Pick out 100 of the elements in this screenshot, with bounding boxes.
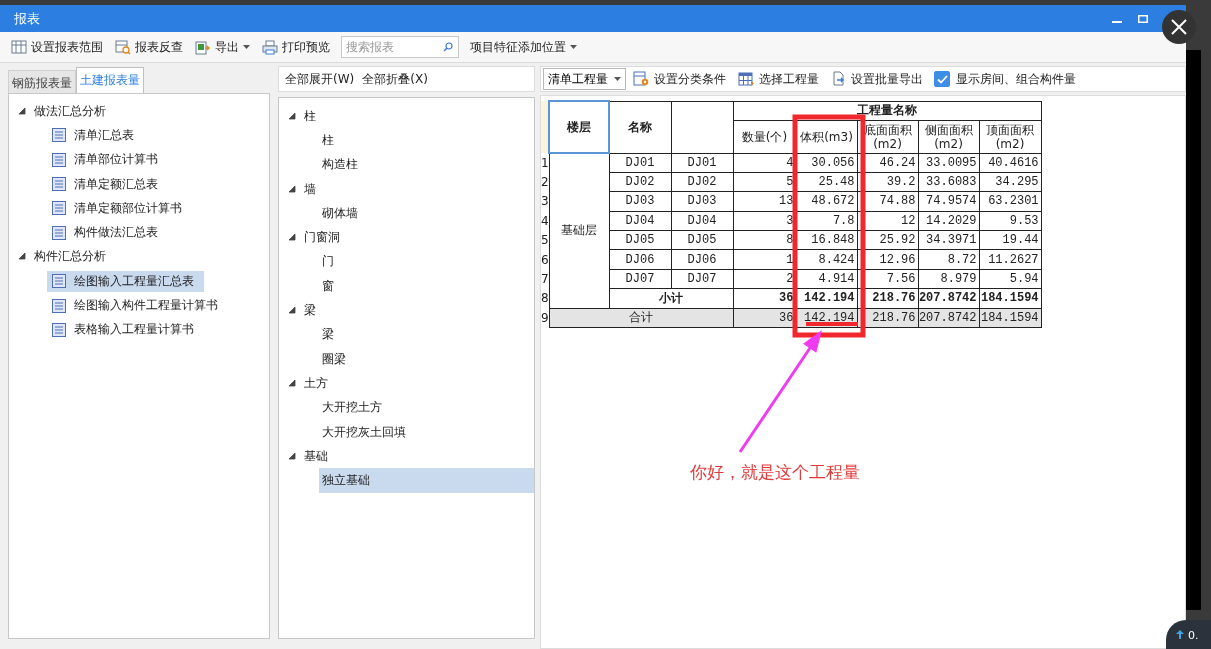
report-item[interactable]: 清单部位计算书 xyxy=(47,149,168,171)
toolbar-button[interactable]: 设置批量导出 xyxy=(826,68,928,90)
table-cell: 12 xyxy=(857,211,918,231)
tree-group[interactable]: 土方 xyxy=(304,374,328,392)
table-cell: 7.56 xyxy=(857,269,918,289)
report-item[interactable]: 绘图输入工程量汇总表 xyxy=(47,270,204,292)
maximize-icon[interactable] xyxy=(1138,13,1148,24)
tree-group[interactable]: 基础 xyxy=(304,447,328,465)
row-number: 9 xyxy=(541,308,549,328)
component-item[interactable]: 梁 xyxy=(319,322,534,347)
expander-icon[interactable] xyxy=(19,107,26,115)
tree-group[interactable]: 做法汇总分析 xyxy=(34,102,106,120)
tree-group[interactable]: 墙 xyxy=(304,180,316,198)
table-cell: 218.76 xyxy=(857,288,918,309)
table-cell: 25.48 xyxy=(796,172,857,192)
toolbar-button[interactable]: 设置报表范围 xyxy=(6,36,108,58)
table-gear-icon xyxy=(633,71,650,87)
expander-icon[interactable] xyxy=(289,307,296,314)
expander-icon[interactable] xyxy=(289,379,296,387)
show-rooms-checkbox[interactable]: 显示房间、组合构件量 xyxy=(934,70,1076,88)
row-number: 4 xyxy=(541,211,549,231)
component-item[interactable]: 独立基础 xyxy=(319,468,534,493)
column-header[interactable]: 顶面面积(m2) xyxy=(979,120,1042,153)
expander-icon[interactable] xyxy=(19,253,26,261)
quantity-type-dropdown[interactable]: 清单工程量 xyxy=(543,68,626,90)
report-item[interactable]: 表格输入工程量计算书 xyxy=(47,319,204,341)
close-button[interactable] xyxy=(1162,10,1196,44)
table-cell: 74.88 xyxy=(857,191,918,212)
tree-action-button[interactable]: 全部展开(W) xyxy=(281,70,359,88)
table-cell: DJ06 xyxy=(671,249,733,270)
table-cell: 34.295 xyxy=(979,172,1042,192)
document-icon xyxy=(51,151,67,168)
tree-group[interactable]: 构件汇总分析 xyxy=(34,248,106,266)
table-cell: 9.53 xyxy=(979,211,1042,231)
expander-icon[interactable] xyxy=(289,234,296,242)
tree-group[interactable]: 梁 xyxy=(304,302,316,319)
toolbar-button[interactable]: 报表反查 xyxy=(110,36,188,58)
table-cell: DJ04 xyxy=(609,211,671,231)
grid-icon xyxy=(11,40,27,54)
tab[interactable]: 土建报表量 xyxy=(76,67,144,93)
column-header[interactable]: 体积(m3) xyxy=(796,120,857,153)
export-icon xyxy=(195,39,211,55)
row-number: 7 xyxy=(541,269,549,289)
table-cell: 34.3971 xyxy=(918,230,979,250)
tree-group[interactable]: 门窗洞 xyxy=(304,229,340,247)
toolbar-button[interactable]: 选择工程量 xyxy=(733,68,824,90)
column-header[interactable]: 楼层 xyxy=(549,101,609,153)
component-item[interactable]: 窗 xyxy=(319,274,534,299)
search-field[interactable]: 搜索报表 xyxy=(341,36,459,58)
window-title: 报表 xyxy=(14,9,40,28)
tree-action-button[interactable]: 全部折叠(X) xyxy=(358,70,432,88)
table-cell: DJ07 xyxy=(609,269,671,289)
expander-icon[interactable] xyxy=(289,452,296,460)
table-cell: 33.6083 xyxy=(918,172,979,192)
tree-group[interactable]: 柱 xyxy=(304,107,316,125)
report-item[interactable]: 清单定额汇总表 xyxy=(47,173,168,195)
table-cell: 11.2627 xyxy=(979,249,1042,270)
checkbox[interactable] xyxy=(934,71,950,87)
expander-icon[interactable] xyxy=(289,185,296,193)
component-item[interactable]: 大开挖灰土回填 xyxy=(319,419,534,445)
table-cell: 142.194 xyxy=(796,288,857,309)
component-item[interactable]: 构造柱 xyxy=(319,152,534,177)
column-header[interactable]: 侧面面积(m2) xyxy=(918,120,979,153)
report-item[interactable]: 构件做法汇总表 xyxy=(47,222,168,244)
table-cell: 33.0095 xyxy=(918,153,979,173)
toolbar-button[interactable]: 设置分类条件 xyxy=(628,68,731,90)
dropdown-button[interactable]: 项目特征添加位置 xyxy=(465,36,582,58)
document-icon xyxy=(51,127,67,144)
table-cell: 12.96 xyxy=(857,249,918,270)
tab[interactable]: 钢筋报表量 xyxy=(8,70,76,93)
component-item[interactable]: 柱 xyxy=(319,128,534,153)
table-cell: 4.914 xyxy=(796,269,857,289)
subtotal-label: 小计 xyxy=(609,288,733,309)
table-icon xyxy=(738,71,755,87)
dropdown-button[interactable]: 导出 xyxy=(190,36,255,58)
component-item[interactable]: 圈梁 xyxy=(319,346,534,372)
table-cell: 48.672 xyxy=(796,191,857,212)
report-item[interactable]: 绘图输入构件工程量计算书 xyxy=(47,295,228,316)
table-cell: 30.056 xyxy=(796,153,857,173)
table-cell: 39.2 xyxy=(857,172,918,192)
column-header[interactable]: 底面面积(m2) xyxy=(857,120,918,153)
caret-icon xyxy=(243,45,250,49)
toolbar-button[interactable]: 打印预览 xyxy=(257,36,335,58)
corner-badge[interactable]: 0. xyxy=(1166,620,1211,649)
table-cell: 207.8742 xyxy=(918,288,979,309)
row-number: 1 xyxy=(541,153,549,173)
expander-icon[interactable] xyxy=(289,112,296,120)
row-number: 8 xyxy=(541,288,549,309)
caret-icon xyxy=(570,45,577,49)
report-item[interactable]: 清单定额部位计算书 xyxy=(47,197,192,219)
table-cell: 7.8 xyxy=(796,211,857,231)
document-icon xyxy=(51,224,67,241)
table-cell: DJ04 xyxy=(671,211,733,231)
component-item[interactable]: 门 xyxy=(319,249,534,275)
component-item[interactable]: 大开挖土方 xyxy=(319,395,534,420)
component-item[interactable]: 砌体墙 xyxy=(319,201,534,226)
report-item[interactable]: 清单汇总表 xyxy=(47,124,144,146)
row-number: 5 xyxy=(541,230,549,250)
column-header[interactable]: 名称 xyxy=(609,101,671,153)
table-cell: 63.2301 xyxy=(979,191,1042,212)
